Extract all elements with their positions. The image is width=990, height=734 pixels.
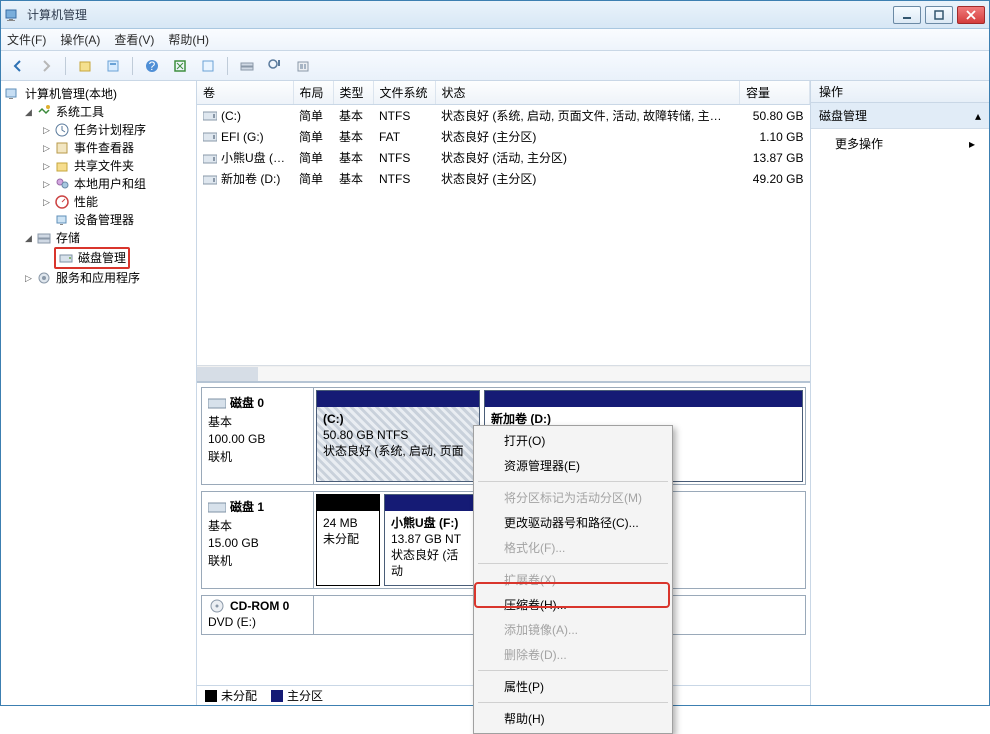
col-type[interactable]: 类型 <box>333 81 373 105</box>
table-row[interactable]: 小熊U盘 (F:)简单基本NTFS状态良好 (活动, 主分区)13.87 GB <box>197 147 810 168</box>
context-menu: 打开(O) 资源管理器(E) 将分区标记为活动分区(M) 更改驱动器号和路径(C… <box>473 425 673 734</box>
ctx-open[interactable]: 打开(O) <box>476 428 670 453</box>
tree-pane: 计算机管理(本地) ◢系统工具 ▷任务计划程序 ▷事件查看器 ▷共享文件夹 ▷本… <box>1 81 197 705</box>
ctx-format: 格式化(F)... <box>476 535 670 560</box>
svg-text:?: ? <box>149 59 156 73</box>
help-icon[interactable]: ? <box>141 55 163 77</box>
menu-file[interactable]: 文件(F) <box>7 31 46 48</box>
partition-unallocated[interactable]: 24 MB未分配 <box>316 494 380 586</box>
toolbar-icon-4[interactable] <box>197 55 219 77</box>
col-capacity[interactable]: 容量 <box>740 81 810 105</box>
toolbar-icon-1[interactable] <box>74 55 96 77</box>
tree-system-tools[interactable]: ◢系统工具 <box>23 103 196 121</box>
toolbar-icon-5[interactable] <box>236 55 258 77</box>
tree-disk-management[interactable]: 磁盘管理 <box>41 247 196 269</box>
forward-button[interactable] <box>35 55 57 77</box>
legend-unallocated: 未分配 <box>205 687 257 704</box>
tree-task-scheduler[interactable]: ▷任务计划程序 <box>41 121 196 139</box>
actions-header: 操作 <box>811 81 989 103</box>
ctx-mark-active: 将分区标记为活动分区(M) <box>476 485 670 510</box>
horizontal-scrollbar[interactable] <box>197 365 810 381</box>
ctx-change-drive[interactable]: 更改驱动器号和路径(C)... <box>476 510 670 535</box>
disk-0-title: 磁盘 0 <box>230 394 264 411</box>
actions-section[interactable]: 磁盘管理 ▴ <box>811 103 989 129</box>
col-layout[interactable]: 布局 <box>293 81 333 105</box>
ctx-explorer[interactable]: 资源管理器(E) <box>476 453 670 478</box>
col-filesystem[interactable]: 文件系统 <box>373 81 435 105</box>
more-actions[interactable]: 更多操作 ▸ <box>811 129 989 158</box>
tree-event-viewer[interactable]: ▷事件查看器 <box>41 139 196 157</box>
menu-help[interactable]: 帮助(H) <box>168 31 209 48</box>
volume-list: 卷 布局 类型 文件系统 状态 容量 (C:)简单基本NTFS状态良好 (系统,… <box>197 81 810 381</box>
toolbar-icon-6[interactable] <box>264 55 286 77</box>
tree-services-apps[interactable]: ▷服务和应用程序 <box>23 269 196 287</box>
toolbar-icon-7[interactable] <box>292 55 314 77</box>
col-status[interactable]: 状态 <box>435 81 740 105</box>
ctx-delete: 删除卷(D)... <box>476 642 670 667</box>
ctx-properties[interactable]: 属性(P) <box>476 674 670 699</box>
disk-1-title: 磁盘 1 <box>230 498 264 515</box>
col-volume[interactable]: 卷 <box>197 81 293 105</box>
table-row[interactable]: EFI (G:)简单基本FAT状态良好 (主分区)1.10 GB <box>197 126 810 147</box>
ctx-help[interactable]: 帮助(H) <box>476 706 670 731</box>
minimize-button[interactable] <box>893 6 921 24</box>
menubar: 文件(F) 操作(A) 查看(V) 帮助(H) <box>1 29 989 51</box>
tree-device-manager[interactable]: 设备管理器 <box>41 211 196 229</box>
window-controls <box>893 6 985 24</box>
partition-f[interactable]: 小熊U盘 (F:)13.87 GB NT状态良好 (活动 <box>384 494 474 586</box>
ctx-add-mirror: 添加镜像(A)... <box>476 617 670 642</box>
legend-primary: 主分区 <box>271 687 323 704</box>
titlebar: 计算机管理 <box>1 1 989 29</box>
menu-view[interactable]: 查看(V) <box>114 31 154 48</box>
toolbar-icon-2[interactable] <box>102 55 124 77</box>
collapse-icon: ▴ <box>975 109 981 123</box>
table-row[interactable]: 新加卷 (D:)简单基本NTFS状态良好 (主分区)49.20 GB <box>197 168 810 189</box>
volumes-table: 卷 布局 类型 文件系统 状态 容量 (C:)简单基本NTFS状态良好 (系统,… <box>197 81 810 189</box>
back-button[interactable] <box>7 55 29 77</box>
disk-0-label: 磁盘 0 基本 100.00 GB 联机 <box>202 388 314 484</box>
ctx-shrink[interactable]: 压缩卷(H)... <box>476 592 670 617</box>
actions-pane: 操作 磁盘管理 ▴ 更多操作 ▸ <box>811 81 989 705</box>
tree-storage[interactable]: ◢存储 <box>23 229 196 247</box>
app-icon <box>5 7 21 23</box>
disk-1-label: 磁盘 1 基本 15.00 GB 联机 <box>202 492 314 588</box>
cdrom-title: CD-ROM 0 <box>230 599 289 613</box>
close-button[interactable] <box>957 6 985 24</box>
menu-action[interactable]: 操作(A) <box>60 31 100 48</box>
toolbar: ? <box>1 51 989 81</box>
cdrom-label: CD-ROM 0 DVD (E:) <box>202 596 314 634</box>
ctx-extend: 扩展卷(X)... <box>476 567 670 592</box>
window-title: 计算机管理 <box>27 6 893 23</box>
tree-local-users[interactable]: ▷本地用户和组 <box>41 175 196 193</box>
toolbar-icon-3[interactable] <box>169 55 191 77</box>
maximize-button[interactable] <box>925 6 953 24</box>
tree-shared-folders[interactable]: ▷共享文件夹 <box>41 157 196 175</box>
chevron-right-icon: ▸ <box>969 137 975 151</box>
tree-performance[interactable]: ▷性能 <box>41 193 196 211</box>
tree-root[interactable]: 计算机管理(本地) <box>5 85 196 103</box>
partition-c[interactable]: (C:) 50.80 GB NTFS 状态良好 (系统, 启动, 页面 <box>316 390 480 482</box>
table-row[interactable]: (C:)简单基本NTFS状态良好 (系统, 启动, 页面文件, 活动, 故障转储… <box>197 105 810 127</box>
